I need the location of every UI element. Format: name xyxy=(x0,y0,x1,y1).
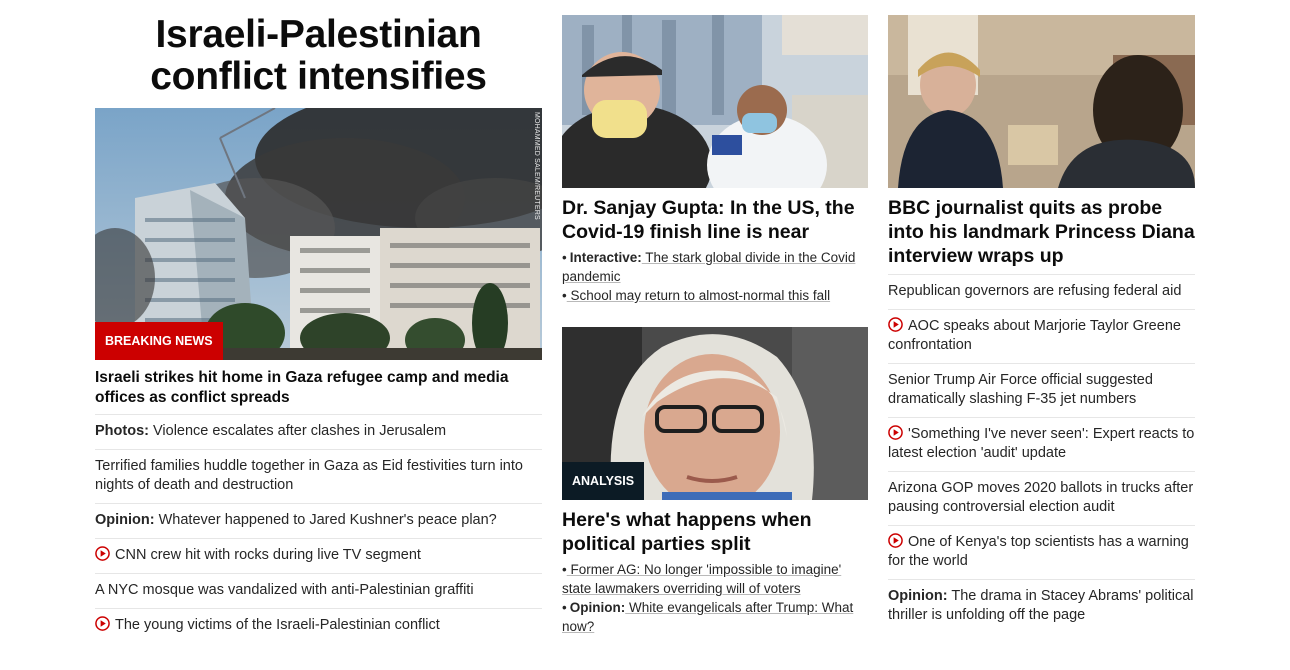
column-right: BBC journalist quits as probe into his l… xyxy=(888,0,1195,633)
link-text[interactable]: Whatever happened to Jared Kushner's pea… xyxy=(155,512,497,528)
analysis-story-title[interactable]: Here's what happens when political parti… xyxy=(562,508,868,556)
play-video-icon xyxy=(95,616,110,631)
link-text[interactable]: AOC speaks about Marjorie Taylor Greene … xyxy=(888,318,1181,353)
covid-story-image[interactable] xyxy=(562,15,868,188)
list-item[interactable]: AOC speaks about Marjorie Taylor Greene … xyxy=(888,309,1195,363)
list-item[interactable]: Arizona GOP moves 2020 ballots in trucks… xyxy=(888,471,1195,525)
lead-image[interactable]: MOHAMMED SALEM/REUTERS BREAKING NEWS xyxy=(95,108,542,360)
link-text[interactable]: A NYC mosque was vandalized with anti-Pa… xyxy=(95,582,474,598)
bullet: • xyxy=(562,250,567,265)
column-main: Israeli-Palestinian conflict intensifies xyxy=(95,0,542,643)
link-text[interactable]: 'Something I've never seen': Expert reac… xyxy=(888,426,1194,461)
link-text[interactable]: The young victims of the Israeli-Palesti… xyxy=(115,617,440,633)
vaccine-photo xyxy=(562,15,868,188)
sub-link[interactable]: • Interactive: The stark global divide in… xyxy=(562,248,868,286)
list-item[interactable]: 'Something I've never seen': Expert reac… xyxy=(888,417,1195,471)
link-text[interactable]: Arizona GOP moves 2020 ballots in trucks… xyxy=(888,480,1193,515)
list-item[interactable]: Republican governors are refusing federa… xyxy=(888,274,1195,309)
list-item[interactable]: Terrified families huddle together in Ga… xyxy=(95,449,542,503)
right-links: Republican governors are refusing federa… xyxy=(888,274,1195,633)
bullet: • xyxy=(562,600,567,615)
list-item[interactable]: Opinion: The drama in Stacey Abrams' pol… xyxy=(888,579,1195,633)
sub-link[interactable]: • Opinion: White evangelicals after Trump… xyxy=(562,598,868,636)
list-item[interactable]: Opinion: Whatever happened to Jared Kush… xyxy=(95,503,542,538)
list-item[interactable]: A NYC mosque was vandalized with anti-Pa… xyxy=(95,573,542,608)
link-text[interactable]: Violence escalates after clashes in Jeru… xyxy=(149,423,446,439)
list-item[interactable]: Photos: Violence escalates after clashes… xyxy=(95,414,542,449)
play-video-icon xyxy=(95,546,110,561)
link-text[interactable]: One of Kenya's top scientists has a warn… xyxy=(888,534,1189,569)
list-item[interactable]: The young victims of the Israeli-Palesti… xyxy=(95,608,542,643)
sub-link[interactable]: • School may return to almost-normal thi… xyxy=(562,286,868,305)
link-text[interactable]: Senior Trump Air Force official suggeste… xyxy=(888,372,1153,407)
play-video-icon xyxy=(888,533,903,548)
diana-interview-photo xyxy=(888,15,1195,188)
kicker-label: Interactive: xyxy=(569,250,642,265)
main-headline[interactable]: Israeli-Palestinian conflict intensifies xyxy=(95,14,542,98)
photo-credit: MOHAMMED SALEM/REUTERS xyxy=(533,112,540,220)
bbc-story-image[interactable] xyxy=(888,15,1195,188)
list-item[interactable]: One of Kenya's top scientists has a warn… xyxy=(888,525,1195,579)
breaking-news-badge: BREAKING NEWS xyxy=(95,322,223,360)
link-text[interactable]: Terrified families huddle together in Ga… xyxy=(95,458,523,493)
link-text[interactable]: Former AG: No longer 'impossible to imag… xyxy=(562,562,841,596)
kicker-label: Opinion: xyxy=(569,600,626,615)
covid-story-title[interactable]: Dr. Sanjay Gupta: In the US, the Covid-1… xyxy=(562,196,868,244)
analysis-badge: ANALYSIS xyxy=(562,462,645,500)
list-item[interactable]: CNN crew hit with rocks during live TV s… xyxy=(95,538,542,573)
sub-link[interactable]: • Former AG: No longer 'impossible to im… xyxy=(562,560,868,598)
play-video-icon xyxy=(888,317,903,332)
bbc-story-title[interactable]: BBC journalist quits as probe into his l… xyxy=(888,196,1195,274)
lead-story-title[interactable]: Israeli strikes hit home in Gaza refugee… xyxy=(95,368,542,414)
column-middle: Dr. Sanjay Gupta: In the US, the Covid-1… xyxy=(562,0,868,636)
link-text[interactable]: Republican governors are refusing federa… xyxy=(888,283,1181,299)
analysis-sub-links: • Former AG: No longer 'impossible to im… xyxy=(562,560,868,636)
kicker-label: Opinion: xyxy=(888,588,948,604)
analysis-story-image[interactable]: ANALYSIS xyxy=(562,327,868,500)
link-text[interactable]: School may return to almost-normal this … xyxy=(567,288,830,303)
kicker-label: Opinion: xyxy=(95,512,155,528)
list-item[interactable]: Senior Trump Air Force official suggeste… xyxy=(888,363,1195,417)
kicker-label: Photos: xyxy=(95,423,149,439)
play-video-icon xyxy=(888,425,903,440)
link-text[interactable]: CNN crew hit with rocks during live TV s… xyxy=(115,547,421,563)
related-links: Photos: Violence escalates after clashes… xyxy=(95,414,542,643)
covid-sub-links: • Interactive: The stark global divide in… xyxy=(562,248,868,305)
